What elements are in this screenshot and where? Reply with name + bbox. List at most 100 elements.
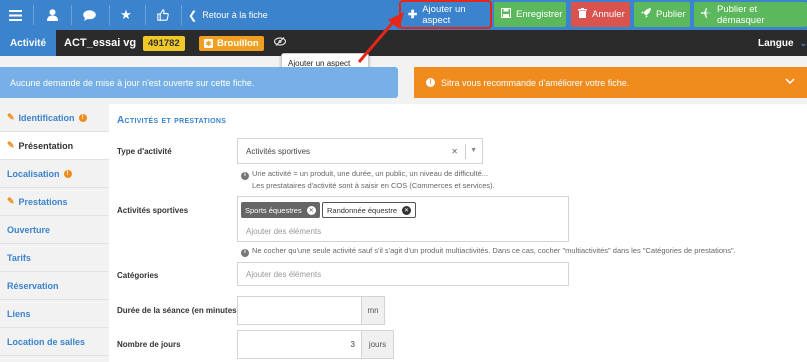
comment-icon[interactable] [74,0,104,30]
sidebar-item-label: Identification [18,112,75,123]
sidebar-item-label: Localisation [7,168,60,179]
sidebar-item-localisation[interactable]: Localisation ! [0,160,109,188]
type-activite-label: Type d'activité [117,147,172,156]
tag-label: Randonnée équestre [327,205,398,215]
publish-label: Publier [656,9,686,20]
warning-icon: ! [426,78,435,87]
eye-slash-icon[interactable] [273,37,287,49]
categories-multiselect[interactable]: Ajouter des éléments [237,262,569,286]
back-to-record-button[interactable]: ❮ Retour à la fiche [188,0,268,30]
gear-icon: ✱ [204,39,213,48]
sidebar-item-location-salles[interactable]: Location de salles [0,328,109,356]
chevron-left-icon: ❮ [188,9,198,22]
thumbs-up-icon[interactable] [148,0,178,30]
pencil-icon: ✎ [7,112,15,122]
activites-sportives-placeholder: Ajouter des éléments [246,227,322,236]
sidebar-item-presentation[interactable]: ✎ Présentation [0,132,109,160]
warning-icon: ! [78,113,87,122]
section-title: Activités et prestations [117,115,227,126]
cancel-label: Annuler [592,9,625,20]
help-line-1: Une activité = un produit, une durée, un… [252,169,489,178]
record-title: ACT_essai vg [64,37,137,49]
toolbar-divider [181,5,182,25]
activites-sportives-multiselect[interactable]: Sports équestres ✕ Randonnée équestre ✕ … [237,196,569,242]
activites-sportives-label: Activités sportives [117,206,189,215]
type-activite-select[interactable]: Activités sportives ✕ ▼ [237,138,483,164]
back-label: Retour à la fiche [202,10,268,20]
rocket-icon [641,8,651,21]
toolbar-divider [145,5,146,25]
warning-alert[interactable]: ! Sitra vous recommande d'améliorer votr… [414,67,807,98]
sidebar-item-ouverture[interactable]: Ouverture [0,216,109,244]
categories-placeholder: Ajouter des éléments [246,269,322,279]
duree-label: Durée de la séance (en minutes) [117,306,240,315]
add-aspect-button[interactable]: ✚ Ajouter un aspect [399,0,492,29]
save-button[interactable]: Enregistrer [494,2,566,27]
save-icon [501,8,511,21]
chevron-down-icon[interactable] [785,76,795,87]
toolbar-divider [109,5,110,25]
sidebar: ✎ Identification ! ✎ Présentation Locali… [0,104,109,362]
tab-activite[interactable]: Activité [0,30,56,56]
status-label: Brouillon [217,38,259,49]
publish-unmask-label: Publier et démasquer [717,3,765,26]
sidebar-item-reservation[interactable]: Réservation [0,272,109,300]
toolbar-divider [71,5,72,25]
cancel-button[interactable]: Annuler [571,2,630,27]
nombre-jours-input[interactable]: 3 [237,330,362,359]
info-icon: i [241,248,249,257]
tag-sports-equestres: Sports équestres ✕ [241,202,320,218]
main-form: Activités et prestations Type d'activité… [109,104,807,362]
sidebar-item-label: Tarifs [7,252,31,263]
language-label: Langue [758,37,794,49]
tag-label: Sports équestres [245,205,302,215]
pencil-icon: ✎ [7,196,15,206]
info-alert: Aucune demande de mise à jour n'est ouve… [0,67,398,98]
publish-button[interactable]: Publier [634,2,690,27]
record-id-badge: 491782 [143,36,185,51]
info-icon: i [241,171,249,180]
user-icon[interactable] [37,0,67,30]
add-aspect-label: Ajouter un aspect [422,3,466,26]
publish-unmask-button[interactable]: Publier et démasquer [694,2,807,27]
star-icon[interactable]: ★ [111,0,141,30]
sidebar-item-label: Ouverture [7,224,51,235]
sidebar-item-liens[interactable]: Liens [0,300,109,328]
duree-unit: mn [361,296,385,325]
chevron-down-icon: ⌄ [799,37,807,48]
sidebar-item-label: Prestations [18,196,68,207]
activites-sportives-help: i Ne cocher qu'une seule activité sauf s'… [241,245,801,257]
help-text: Ne cocher qu'une seule activité sauf s'i… [252,246,736,255]
nombre-jours-unit: jours [361,330,394,359]
type-activite-value: Activités sportives [246,146,311,156]
annotation-arrow [357,12,404,63]
help-line-2: Les prestataires d'activité sont à saisi… [252,180,495,190]
clear-icon[interactable]: ✕ [451,147,458,156]
toolbar-divider [33,5,34,25]
type-activite-help: i Une activité = un produit, une durée, u… [241,168,495,191]
menu-icon[interactable] [0,0,30,30]
categories-label: Catégories [117,271,159,280]
nombre-jours-label: Nombre de jours [117,340,181,349]
save-label: Enregistrer [516,9,563,20]
sidebar-item-identification[interactable]: ✎ Identification ! [0,104,109,132]
duree-input[interactable] [237,296,362,325]
plane-icon [701,8,712,21]
remove-tag-icon[interactable]: ✕ [402,205,412,215]
info-alert-text: Aucune demande de mise à jour n'est ouve… [10,77,255,88]
caret-down-icon[interactable]: ▼ [470,147,477,154]
tag-randonnee-equestre: Randonnée équestre ✕ [322,202,417,218]
pencil-icon: ✎ [7,140,15,150]
language-menu[interactable]: Langue ⌄ [758,30,807,56]
status-badge: ✱ Brouillon [199,36,264,51]
warning-alert-text: Sitra vous recommande d'améliorer votre … [441,77,630,88]
sidebar-item-prestations[interactable]: ✎ Prestations [0,188,109,216]
sidebar-item-label: Liens [7,308,31,319]
warning-icon: ! [63,169,72,178]
sidebar-item-label: Présentation [18,140,74,151]
sidebar-item-tarifs[interactable]: Tarifs [0,244,109,272]
select-divider [465,144,466,159]
remove-tag-icon[interactable]: ✕ [306,205,316,215]
sidebar-item-label: Réservation [7,280,59,291]
sidebar-item-label: Location de salles [7,336,86,347]
